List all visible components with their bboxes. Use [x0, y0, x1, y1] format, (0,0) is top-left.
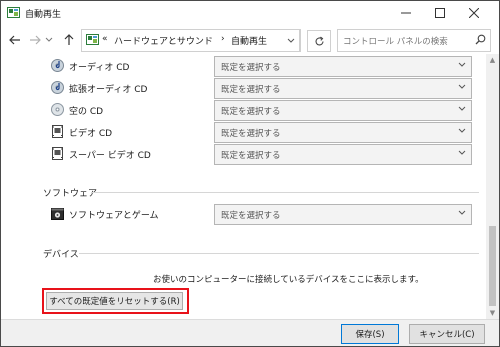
navigation-bar: « ハードウェアとサウンド › 自動再生 コントロール パネルの検索 [1, 27, 499, 53]
super-video-cd-icon [51, 147, 64, 160]
audio-cd-icon [51, 59, 64, 72]
software-games-icon [51, 207, 64, 220]
media-row-label: ビデオ CD [69, 129, 113, 139]
section-divider [79, 253, 479, 254]
control-panel-icon [86, 33, 99, 49]
close-button[interactable] [459, 1, 489, 25]
enhanced-audio-cd-icon [51, 81, 64, 94]
window-title: 自動再生 [25, 10, 62, 20]
search-placeholder: コントロール パネルの検索 [343, 37, 448, 47]
breadcrumb-overflow[interactable]: « [102, 34, 108, 44]
forward-button[interactable] [27, 31, 43, 49]
chevron-down-icon [458, 84, 466, 89]
dialog-footer: 保存(S) キャンセル(C) [1, 319, 499, 346]
media-row-label: 拡張オーディオ CD [69, 85, 148, 95]
vertical-scrollbar[interactable]: ▲ ▼ [486, 54, 499, 319]
search-box[interactable]: コントロール パネルの検索 [337, 29, 491, 52]
devices-heading: デバイス [43, 250, 79, 260]
media-row-audio-cd: オーディオ CD 既定を選択する [51, 56, 481, 77]
chevron-down-icon [458, 210, 466, 215]
back-button[interactable] [7, 31, 23, 49]
chevron-down-icon [45, 37, 53, 42]
breadcrumb-hardware-sound[interactable]: ハードウェアとサウンド [114, 34, 213, 47]
scrollbar-thumb[interactable] [489, 226, 496, 306]
section-divider [91, 192, 479, 193]
media-row-blank-cd: 空の CD 既定を選択する [51, 100, 481, 121]
media-row-enhanced-audio-cd: 拡張オーディオ CD 既定を選択する [51, 78, 481, 99]
minimize-icon [401, 12, 411, 14]
media-select-audio-cd[interactable]: 既定を選択する [214, 56, 472, 77]
chevron-down-icon [458, 106, 466, 111]
select-value: 既定を選択する [221, 211, 281, 221]
breadcrumb-separator: › [221, 34, 225, 44]
software-label: ソフトウェアとゲーム [69, 211, 159, 221]
select-value: 既定を選択する [221, 129, 281, 139]
chevron-down-icon [458, 62, 466, 67]
software-select[interactable]: 既定を選択する [214, 204, 472, 225]
media-row-label: 空の CD [69, 107, 104, 117]
chevron-down-icon [287, 38, 295, 43]
chevron-down-icon [458, 128, 466, 133]
devices-description: お使いのコンピューターに接続しているデバイスをここに表示します。 [153, 275, 424, 285]
refresh-icon [314, 36, 324, 45]
select-value: 既定を選択する [221, 63, 281, 73]
software-row: ソフトウェアとゲーム 既定を選択する [51, 204, 481, 225]
media-select-video-cd[interactable]: 既定を選択する [214, 122, 472, 143]
video-cd-icon [51, 125, 64, 138]
address-bar[interactable]: « ハードウェアとサウンド › 自動再生 [81, 29, 301, 52]
search-icon[interactable] [475, 34, 486, 48]
settings-content: オーディオ CD 既定を選択する 拡張オーディオ CD 既定を選択する 空の C… [1, 54, 485, 319]
cancel-button[interactable]: キャンセル(C) [409, 324, 485, 344]
select-value: 既定を選択する [221, 107, 281, 117]
media-select-enhanced-audio-cd[interactable]: 既定を選択する [214, 78, 472, 99]
close-icon [469, 8, 479, 18]
software-heading: ソフトウェア [43, 189, 98, 199]
reset-all-defaults-button[interactable]: すべての既定値をリセットする(R) [46, 292, 183, 310]
scroll-up-icon[interactable]: ▲ [489, 56, 496, 64]
address-dropdown-button[interactable] [283, 29, 300, 52]
minimize-button[interactable] [391, 1, 421, 25]
title-bar: 自動再生 [1, 1, 499, 25]
select-value: 既定を選択する [221, 151, 281, 161]
blank-cd-icon [51, 103, 64, 116]
up-button[interactable] [61, 31, 77, 49]
autoplay-window: 自動再生 « ハードウェアとサウンド › 自動再生 コントロール パネルの検索 … [0, 0, 500, 347]
up-arrow-icon [64, 34, 74, 45]
forward-arrow-icon [30, 35, 41, 45]
chevron-down-icon [458, 150, 466, 155]
select-value: 既定を選択する [221, 85, 281, 95]
save-button[interactable]: 保存(S) [341, 324, 399, 344]
back-arrow-icon [9, 35, 20, 45]
media-row-super-video-cd: スーパー ビデオ CD 既定を選択する [51, 144, 481, 165]
maximize-icon [435, 8, 445, 18]
recent-locations-button[interactable] [43, 31, 55, 49]
media-select-blank-cd[interactable]: 既定を選択する [214, 100, 472, 121]
media-row-label: スーパー ビデオ CD [69, 151, 151, 161]
media-row-video-cd: ビデオ CD 既定を選択する [51, 122, 481, 143]
scroll-down-icon[interactable]: ▼ [489, 309, 496, 317]
media-row-label: オーディオ CD [69, 63, 130, 73]
breadcrumb-autoplay[interactable]: 自動再生 [231, 34, 267, 47]
control-panel-icon [7, 6, 20, 19]
media-select-super-video-cd[interactable]: 既定を選択する [214, 144, 472, 165]
refresh-button[interactable] [307, 30, 331, 52]
maximize-button[interactable] [425, 1, 455, 25]
